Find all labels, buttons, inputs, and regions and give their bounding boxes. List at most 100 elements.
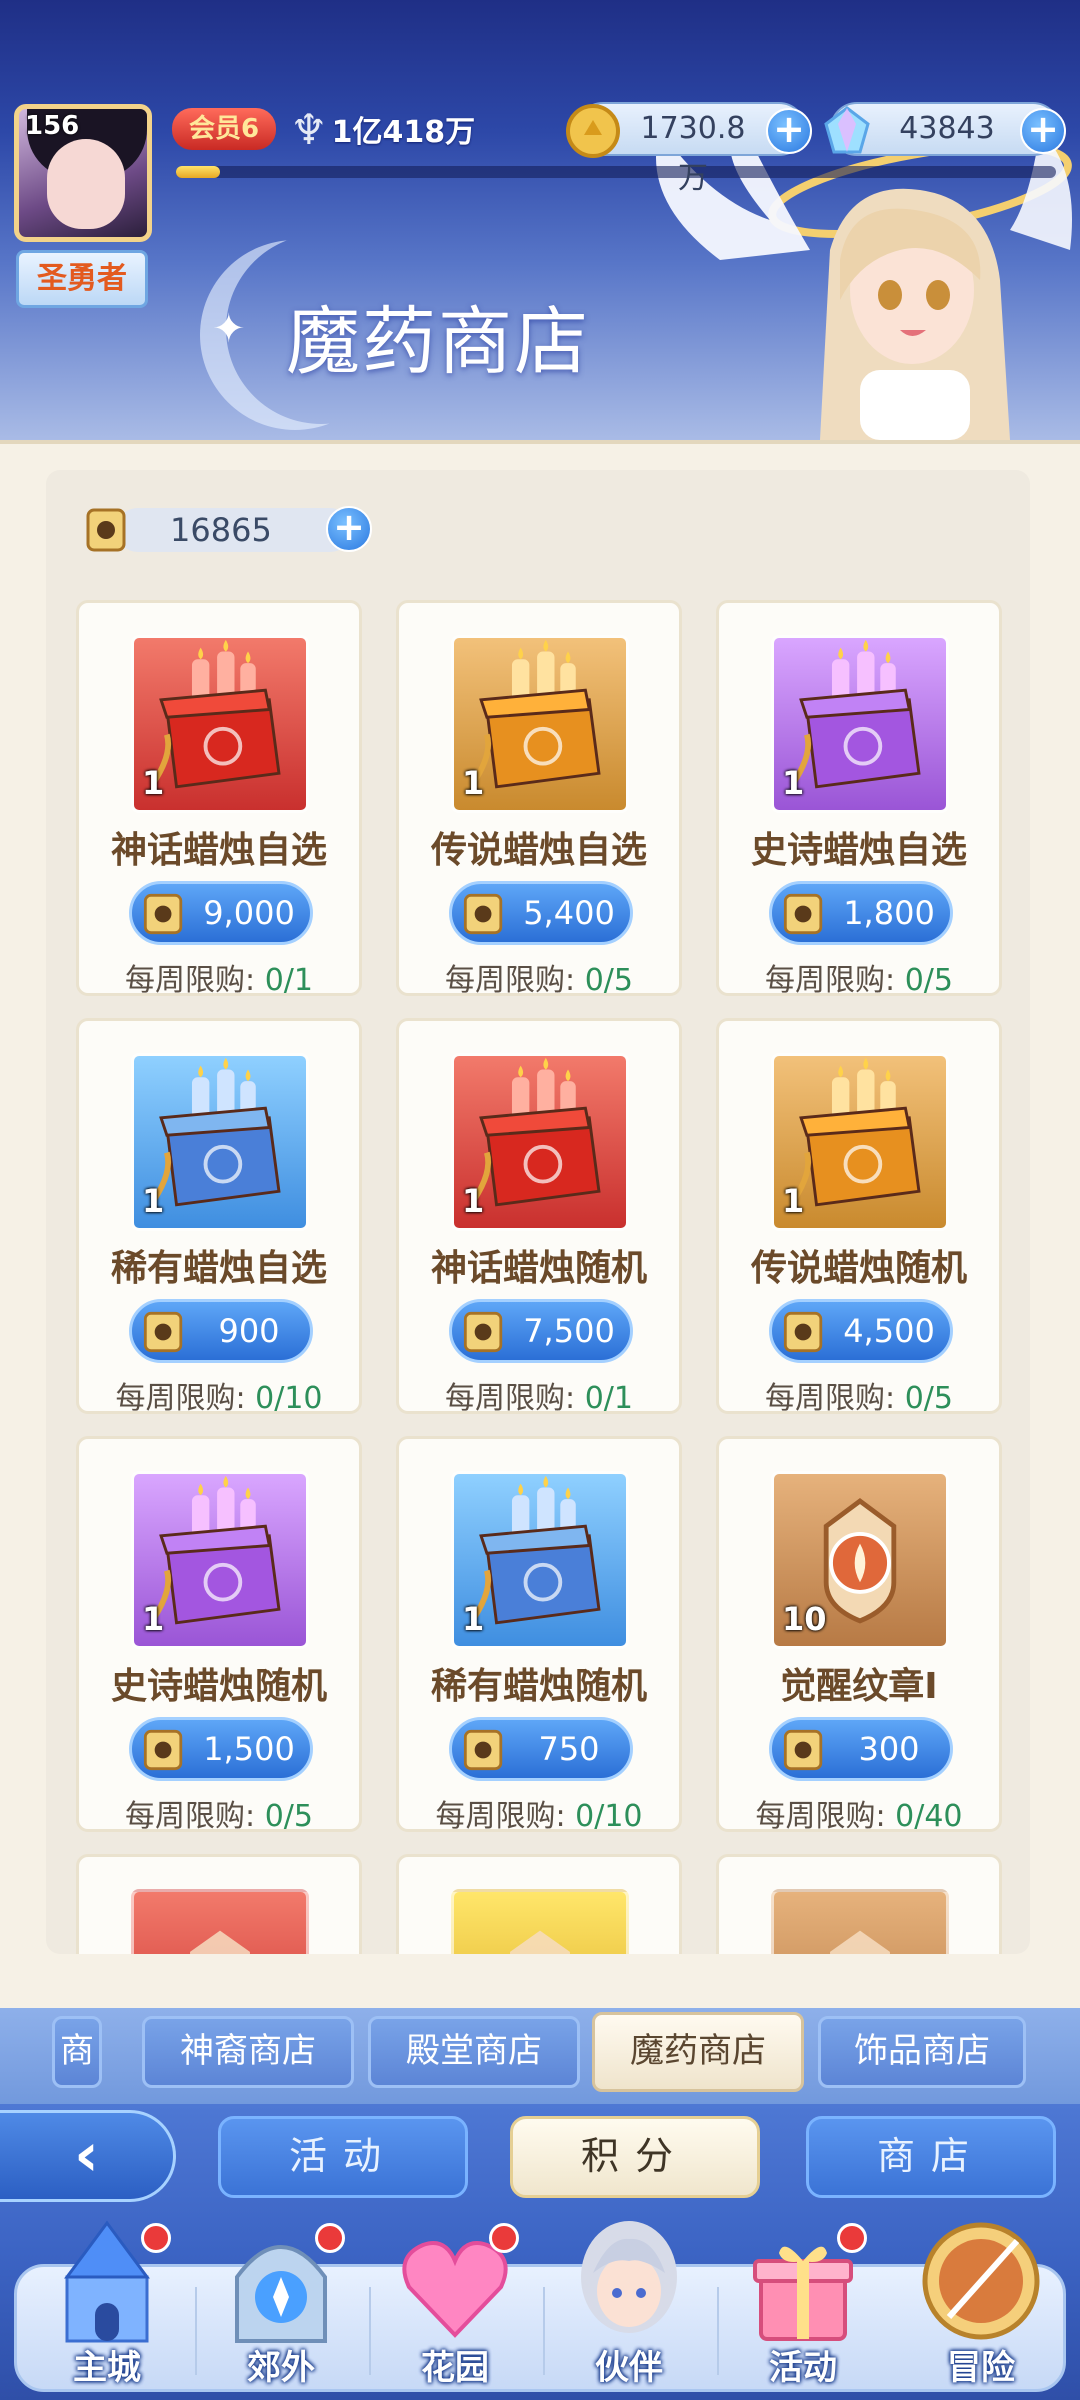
power-wing-icon: ♆ [290, 104, 328, 154]
tab-divine-shop[interactable]: 神裔商店 [142, 2016, 354, 2088]
shop-item-card[interactable] [716, 1854, 1002, 1954]
tab-label: 饰品商店 [854, 2031, 990, 2071]
item-name: 传说蜡烛随机 [750, 1248, 967, 1289]
notification-dot [141, 2223, 171, 2253]
buy-button[interactable]: 300 [769, 1717, 953, 1781]
weekly-limit: 每周限购: 0/10 [79, 1373, 359, 1417]
scroll-icon [463, 893, 503, 935]
nav-garden[interactable]: 花园 [375, 2217, 535, 2395]
nav-label: 活动 [769, 2348, 837, 2388]
player-avatar[interactable]: 156 [14, 104, 152, 242]
shop-item-card[interactable]: 10 觉醒纹章I 300 每周限购: 0/40 [716, 1436, 1002, 1834]
item-quantity: 1 [142, 1600, 165, 1638]
shop-item-card[interactable]: 1 史诗蜡烛随机 1,500 每周限购: 0/5 [76, 1436, 362, 1834]
add-diamond-button[interactable]: + [1020, 108, 1066, 154]
item-icon[interactable]: 1 [131, 1053, 309, 1231]
add-gold-button[interactable]: + [766, 108, 812, 154]
buy-button[interactable]: 900 [129, 1299, 313, 1363]
shop-item-card[interactable]: 1 稀有蜡烛随机 750 每周限购: 0/10 [396, 1436, 682, 1835]
weekly-limit-label: 每周限购: [765, 963, 896, 998]
shop-button[interactable]: 商店 [806, 2116, 1056, 2198]
shop-item-card[interactable]: 1 传说蜡烛自选 5,400 每周限购: 0/5 [396, 600, 682, 999]
shop-item-card[interactable] [396, 1854, 682, 1954]
exp-bar [176, 166, 1056, 178]
nav-partners[interactable]: 伙伴 [549, 2217, 709, 2395]
buy-button[interactable]: 9,000 [129, 881, 313, 945]
item-icon[interactable] [131, 1889, 309, 1954]
item-icon[interactable]: 1 [131, 1471, 309, 1649]
item-icon[interactable]: 1 [771, 1053, 949, 1231]
weekly-limit: 每周限购: 0/5 [399, 955, 679, 999]
compass-icon [922, 2222, 1040, 2340]
weekly-limit-value: 0/5 [904, 1381, 953, 1416]
scroll-icon [143, 893, 183, 935]
nav-main-city[interactable]: 主城 [27, 2217, 187, 2395]
weekly-limit-label: 每周限购: [435, 1799, 566, 1834]
item-quantity: 1 [142, 764, 165, 802]
nav-suburbs[interactable]: 郊外 [201, 2217, 361, 2395]
shop-item-card[interactable]: 1 稀有蜡烛自选 900 每周限购: 0/10 [76, 1018, 362, 1417]
item-price: 1,500 [203, 1730, 295, 1768]
item-name: 稀有蜡烛随机 [430, 1666, 647, 1707]
item-icon[interactable]: 1 [451, 635, 629, 813]
tab-hall-shop[interactable]: 殿堂商店 [368, 2016, 580, 2088]
weekly-limit-value: 0/1 [264, 963, 313, 998]
shop-content[interactable]: 16865 + 1 神话蜡烛自选 9,000 每周限购: 0/1 1 传说蜡烛自… [46, 470, 1030, 1954]
weekly-limit: 每周限购: 0/1 [399, 1373, 679, 1417]
weekly-limit: 每周限购: 0/10 [399, 1791, 679, 1835]
buy-button[interactable]: 1,800 [769, 881, 953, 945]
tab-accessory-shop[interactable]: 饰品商店 [818, 2016, 1026, 2088]
weekly-limit-label: 每周限购: [755, 1799, 886, 1834]
nav-activity[interactable]: 活动 [723, 2217, 883, 2395]
item-icon[interactable] [771, 1889, 949, 1954]
gold-currency: 1730.8万 + [566, 102, 812, 196]
shop-item-card[interactable]: 1 神话蜡烛自选 9,000 每周限购: 0/1 [76, 600, 362, 999]
back-button[interactable]: ‹ [0, 2110, 176, 2202]
item-quantity: 1 [142, 1182, 165, 1220]
scroll-currency: 16865 + [76, 500, 372, 554]
weekly-limit-value: 0/40 [895, 1799, 963, 1834]
buy-button[interactable]: 5,400 [449, 881, 633, 945]
tab-potion-shop[interactable]: 魔药商店 [592, 2012, 804, 2092]
item-price: 1,800 [843, 894, 935, 932]
gold-value: 1730.8万 [640, 111, 746, 196]
item-price: 750 [538, 1730, 600, 1768]
weekly-limit-value: 0/10 [255, 1381, 323, 1416]
shop-tab-strip: 商店 神裔商店 殿堂商店 魔药商店 饰品商店 [0, 2008, 1080, 2104]
item-icon[interactable]: 1 [451, 1471, 629, 1649]
buy-button[interactable]: 4,500 [769, 1299, 953, 1363]
weekly-limit-label: 每周限购: [445, 1381, 576, 1416]
item-name: 传说蜡烛自选 [430, 830, 647, 871]
notification-dot [315, 2223, 345, 2253]
notification-dot [489, 2223, 519, 2253]
combat-power-value: 1亿418万 [331, 115, 476, 150]
points-button[interactable]: 积分 [510, 2116, 760, 2198]
buy-button[interactable]: 750 [449, 1717, 633, 1781]
item-icon[interactable]: 1 [451, 1053, 629, 1231]
scroll-icon [783, 1311, 823, 1353]
weekly-limit-value: 0/5 [264, 1799, 313, 1834]
vip-badge[interactable]: 会员6 [172, 108, 276, 150]
buy-button[interactable]: 1,500 [129, 1717, 313, 1781]
item-name: 史诗蜡烛随机 [110, 1666, 327, 1707]
shop-item-card[interactable] [76, 1854, 362, 1954]
buy-button[interactable]: 7,500 [449, 1299, 633, 1363]
nav-adventure[interactable]: 冒险 [901, 2217, 1061, 2395]
nav-label: 主城 [73, 2348, 141, 2388]
item-icon[interactable]: 1 [131, 635, 309, 813]
partner-portrait-icon [581, 2221, 677, 2333]
shop-item-card[interactable]: 1 神话蜡烛随机 7,500 每周限购: 0/1 [396, 1018, 682, 1417]
item-icon[interactable] [451, 1889, 629, 1954]
item-price: 900 [218, 1312, 280, 1350]
item-icon[interactable]: 1 [771, 635, 949, 813]
diamond-icon [824, 106, 870, 154]
add-scroll-button[interactable]: + [326, 506, 372, 552]
shop-item-card[interactable]: 1 传说蜡烛随机 4,500 每周限购: 0/5 [716, 1018, 1002, 1416]
shop-item-card[interactable]: 1 史诗蜡烛自选 1,800 每周限购: 0/5 [716, 600, 1002, 998]
player-title-badge[interactable]: 圣勇者 [16, 250, 148, 308]
item-icon[interactable]: 10 [771, 1471, 949, 1649]
tab-shop[interactable]: 商店 [52, 2016, 102, 2088]
weekly-limit: 每周限购: 0/1 [79, 955, 359, 999]
activity-button[interactable]: 活动 [218, 2116, 468, 2198]
item-quantity: 1 [782, 764, 805, 802]
